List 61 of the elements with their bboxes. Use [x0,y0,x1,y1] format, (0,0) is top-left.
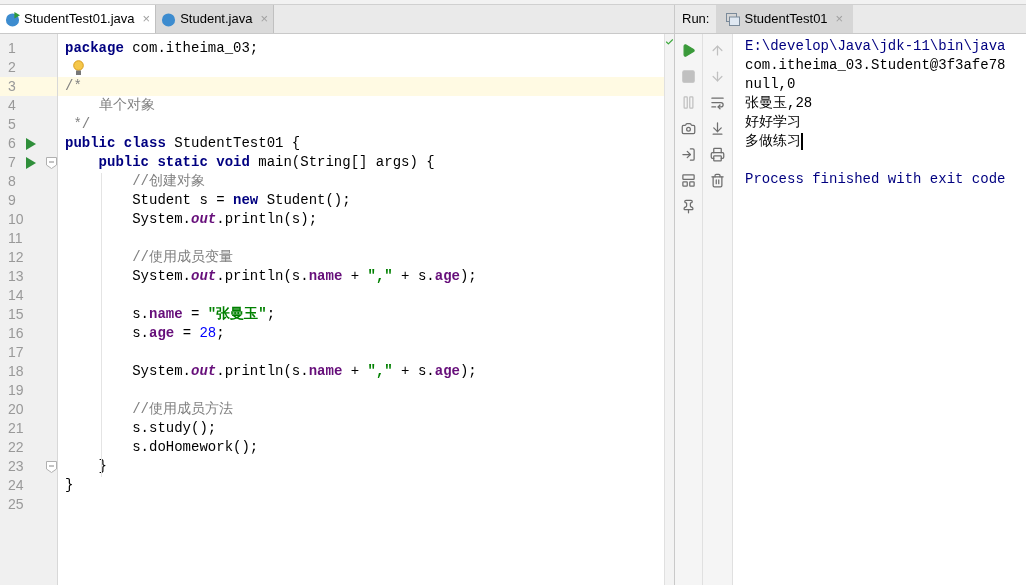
line-number: 15 [7,305,22,324]
line-number: 8 [7,172,17,191]
line-number: 21 [7,419,22,438]
console-line: com.itheima_03.Student@3f3afe78 [745,56,1006,75]
line-number: 19 [7,381,22,400]
editor-tab[interactable]: Student.java × [156,5,275,33]
code-line: 单个对象 [97,96,155,115]
run-tab[interactable]: StudentTest01 × [716,5,854,33]
code-line: //创建对象 [131,172,205,191]
line-number: 13 [7,267,22,286]
console-line: E:\develop\Java\jdk-11\bin\java [745,37,1006,56]
line-number: 11 [7,229,22,248]
line-number: 16 [7,324,22,343]
line-number: 22 [7,438,22,457]
code-line: System.out.println(s); [131,210,318,229]
line-number: 18 [7,362,22,381]
line-number: 25 [7,495,22,514]
line-number: 2 [7,58,17,77]
run-gutter-icon[interactable] [25,137,36,150]
line-number: 17 [7,343,22,362]
line-number: 9 [7,191,17,210]
code-line: s.age = 28; [131,324,225,343]
code-line: System.out.println(s.name + "," + s.age); [131,362,477,381]
code-line: System.out.println(s.name + "," + s.age); [131,267,477,286]
editor-tab[interactable]: StudentTest01.java × [0,5,157,33]
code-line: package com.itheima_03; [65,39,259,58]
line-number: 6 [7,134,17,153]
line-number: 14 [7,286,22,305]
line-number: 3 [7,77,17,96]
line-number: 5 [7,115,17,134]
code-line: public static void main(String[] args) { [97,153,435,172]
line-number: 12 [7,248,22,267]
console-line: Process finished with exit code [745,170,1006,189]
console-line: 张曼玉,28 [745,94,813,113]
code-line: s.doHomework(); [131,438,259,457]
line-number: 20 [7,400,22,419]
code-line: Student s = new Student(); [131,191,351,210]
line-number: 23 [7,457,22,476]
code-line: //使用成员变量 [131,248,233,267]
line-number: 24 [7,476,22,495]
fold-marker-icon[interactable] [46,156,57,169]
code-line: */ [72,115,91,134]
fold-marker-icon[interactable] [46,460,57,473]
code-line: /* [65,77,82,96]
code-line: s.study(); [131,419,217,438]
check-icon[interactable] [665,36,674,48]
run-label: Run: [681,10,711,29]
line-number: 4 [7,96,17,115]
run-gutter-icon[interactable] [25,156,36,169]
line-number: 1 [7,39,17,58]
console-line: null,0 [745,75,796,94]
console-line: 多做练习 [745,132,801,151]
console-line: 好好学习 [745,113,801,132]
line-number: 10 [7,210,22,229]
line-number: 7 [7,153,17,172]
code-line: } [65,476,74,495]
console-window-icon [726,12,741,26]
code-line: public class StudentTest01 { [65,134,301,153]
code-line: //使用成员方法 [131,400,233,419]
code-line: s.name = "张曼玉"; [131,305,276,324]
lightbulb-icon[interactable] [73,59,84,76]
